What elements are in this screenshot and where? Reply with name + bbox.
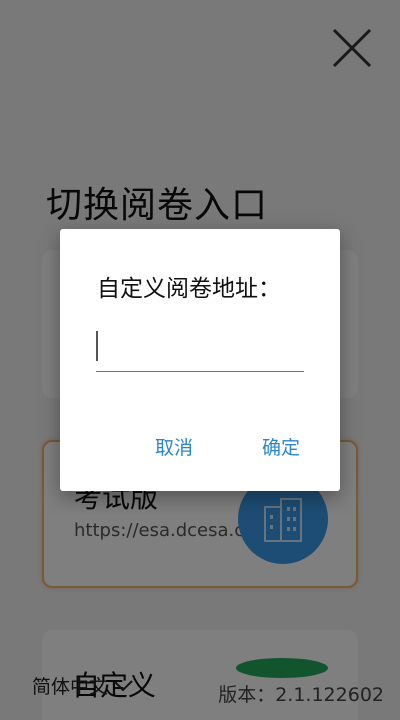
address-input-wrap <box>96 325 304 372</box>
confirm-button[interactable]: 确定 <box>262 433 300 460</box>
screen: 切换阅卷入口 考试版 https://esa.dcesa.cn 自定义 <box>0 0 400 720</box>
cancel-button[interactable]: 取消 <box>155 433 193 460</box>
dialog-title: 自定义阅卷地址： <box>97 276 281 302</box>
text-cursor <box>96 331 98 361</box>
address-input[interactable] <box>96 325 304 371</box>
custom-address-dialog: 自定义阅卷地址： 取消 确定 <box>60 229 340 491</box>
